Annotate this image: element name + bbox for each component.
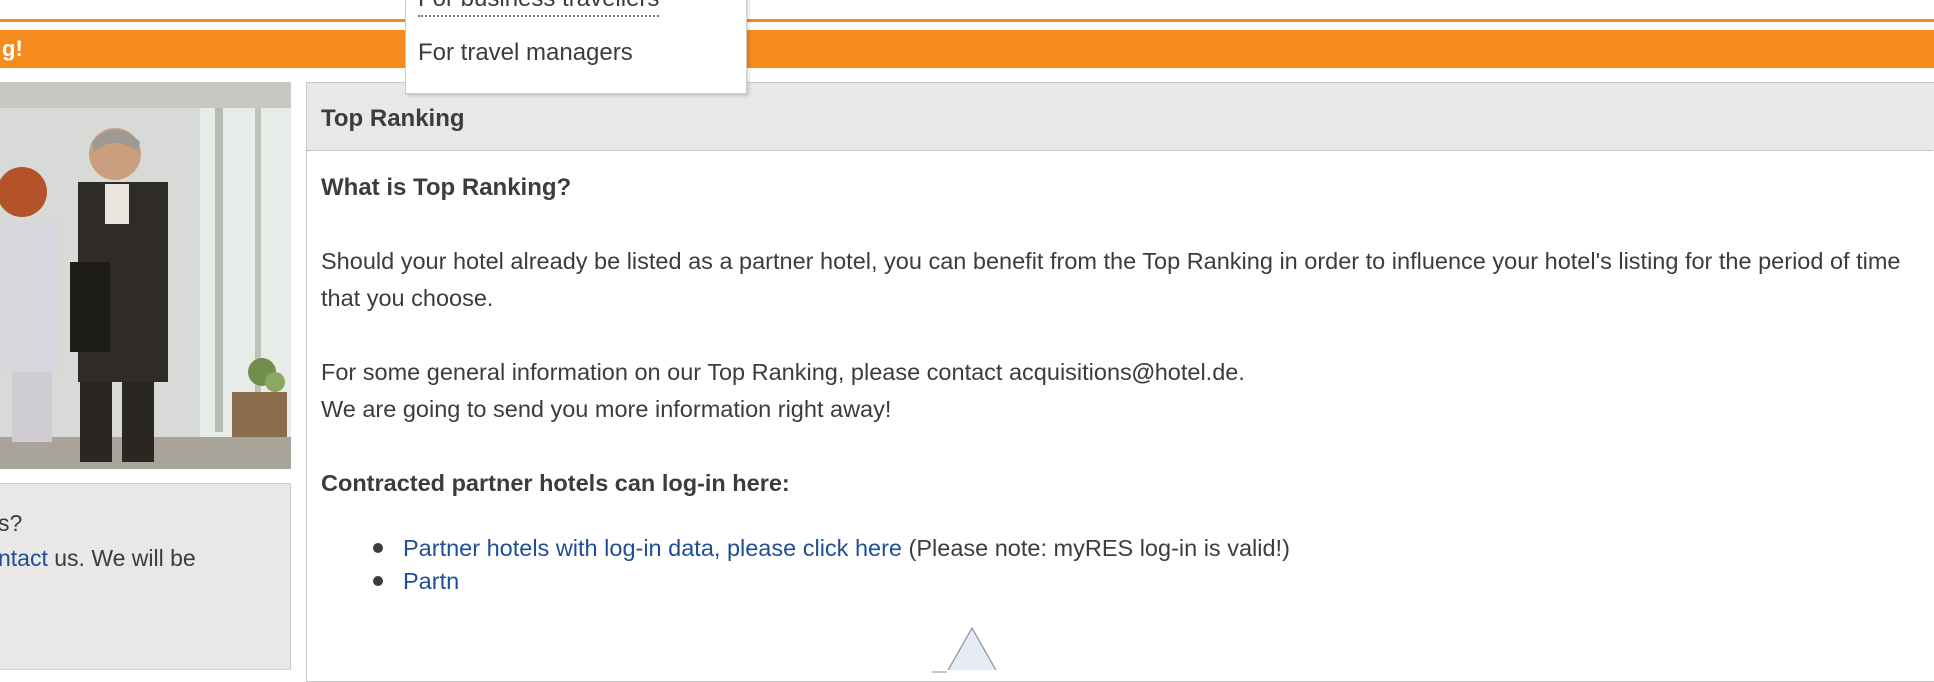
contact-text: For some general information on our Top …	[321, 359, 1132, 385]
section-heading: What is Top Ranking?	[321, 174, 572, 201]
tooltip-popup	[492, 620, 1452, 680]
sidebar-question-text: s?	[0, 510, 23, 536]
contact-email-domain: hotel.de.	[1154, 359, 1245, 385]
sidebar-contact-rest: us. We will be	[47, 545, 196, 571]
top-accent-rule	[0, 19, 1934, 22]
partner-register-link[interactable]: Partn	[403, 568, 459, 594]
intro-paragraph: Should your hotel already be listed as a…	[321, 248, 1901, 311]
bullet-icon	[373, 576, 383, 586]
banner-text: g!	[2, 36, 23, 61]
list-item: Partner hotels with log-in data, please …	[373, 532, 1934, 565]
menu-item-business-travellers[interactable]: For business travellers	[418, 0, 660, 17]
sidebar-contact-line: ntact us. We will be	[0, 541, 290, 576]
sidebar-contact-box: s? ntact us. We will be	[0, 483, 291, 670]
login-note: (Please note: myRES log-in is valid!)	[902, 535, 1290, 561]
followup-text: We are going to send you more informatio…	[321, 396, 892, 422]
list-item: Partn	[373, 565, 1934, 598]
audience-dropdown-menu: For business travellers For travel manag…	[405, 0, 747, 94]
panel-body: What is Top Ranking? Should your hotel a…	[307, 151, 1934, 598]
login-heading: Contracted partner hotels can log-in her…	[321, 470, 790, 496]
contact-paragraph: For some general information on our Top …	[321, 354, 1934, 428]
bullet-icon	[373, 543, 383, 553]
menu-item-travel-managers[interactable]: For travel managers	[418, 39, 633, 67]
email-at-sign: @	[1131, 359, 1155, 385]
login-links-list: Partner hotels with log-in data, please …	[321, 532, 1934, 598]
business-travellers-photo	[0, 82, 291, 469]
contact-us-link[interactable]: ntact	[0, 545, 48, 571]
orange-banner: g!	[0, 30, 1934, 68]
partner-login-link[interactable]: Partner hotels with log-in data, please …	[403, 535, 902, 561]
top-ranking-panel: Top Ranking What is Top Ranking? Should …	[306, 82, 1934, 682]
